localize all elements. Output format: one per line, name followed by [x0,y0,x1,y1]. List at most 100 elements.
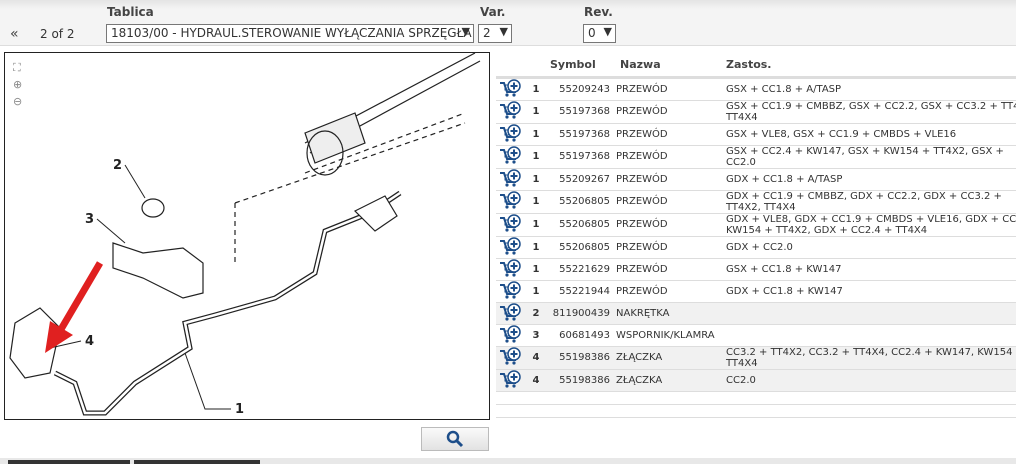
page-count: 2 of 2 [40,27,75,41]
add-to-cart-icon[interactable] [499,280,521,302]
usage: GSX + CC1.9 + CMBBZ, GSX + CC2.2, GSX + … [726,100,1016,124]
chevron-down-icon: ▼ [461,25,470,38]
ref-number: 1 [522,168,550,191]
ref-number: 1 [522,213,550,237]
ref-number: 1 [522,145,550,169]
symbol: 55198386 [550,369,616,392]
tablica-select[interactable]: 18103/00 - HYDRAUL.STEROWANIE WYŁĄCZANIA… [106,24,474,43]
table-row: 1 55209243 PRZEWÓD GSX + CC1.8 + A/TASP [496,77,1016,101]
symbol: 55197368 [550,100,616,124]
bottom-tab[interactable] [134,460,260,464]
add-to-cart-icon[interactable] [499,302,521,324]
table-row: 3 60681493 WSPORNIK/KLAMRA [496,324,1016,347]
ref-number: 3 [522,324,550,347]
callout-4: 4 [85,334,94,349]
var-value: 2 [483,26,491,40]
add-to-cart-icon[interactable] [499,324,521,346]
parts-diagram[interactable]: ⛶ ⊕ ⊖ 2 3 4 1 [4,52,490,420]
name: PRZEWÓD [616,77,726,101]
chevron-down-icon: ▼ [603,25,612,38]
usage: GSX + CC1.8 + A/TASP [726,77,1016,101]
usage: GDX + CC1.8 + KW147 [726,280,1016,303]
name: PRZEWÓD [616,280,726,303]
symbol: 55197368 [550,123,616,146]
symbol: 55209267 [550,168,616,191]
callout-3: 3 [85,212,94,227]
name: NAKRĘTKA [616,302,726,325]
tablica-value: 18103/00 - HYDRAUL.STEROWANIE WYŁĄCZANIA… [111,26,472,40]
add-to-cart-icon[interactable] [499,191,521,212]
name: PRZEWÓD [616,123,726,146]
table-row: 4 55198386 ZŁĄCZKA CC3.2 + TT4X2, CC3.2 … [496,346,1016,370]
usage: GSX + CC1.8 + KW147 [726,258,1016,281]
ref-number: 1 [522,280,550,303]
ref-number: 4 [522,346,550,370]
add-to-cart-icon[interactable] [499,236,521,258]
add-to-cart-icon[interactable] [499,214,521,235]
rev-select[interactable]: 0 ▼ [583,24,616,43]
diagram-drawing: 2 3 4 1 [9,53,481,417]
col-symbol: Symbol [550,54,616,79]
add-to-cart-icon[interactable] [499,258,521,280]
table-row: 1 55209267 PRZEWÓD GDX + CC1.8 + A/TASP [496,168,1016,191]
symbol: 55206805 [550,236,616,259]
rev-value: 0 [588,26,596,40]
callout-1: 1 [235,402,244,417]
symbol: 55197368 [550,145,616,169]
search-icon [446,430,464,448]
table-row: 1 55206805 PRZEWÓD GDX + VLE8, GDX + CC1… [496,213,1016,237]
ref-number: 1 [522,190,550,214]
name: PRZEWÓD [616,168,726,191]
name: ZŁĄCZKA [616,346,726,370]
symbol: 55206805 [550,190,616,214]
chevron-down-icon: ▼ [499,25,508,38]
usage: GSX + CC2.4 + KW147, GSX + KW154 + TT4X2… [726,145,1016,169]
ref-number: 4 [522,369,550,392]
usage: GDX + CC1.9 + CMBBZ, GDX + CC2.2, GDX + … [726,190,1016,214]
header-bar: Tablica Var. Rev. « 2 of 2 18103/00 - HY… [0,0,1016,46]
callout-2: 2 [113,158,122,173]
tablica-label: Tablica [107,5,154,19]
table-row: 4 55198386 ZŁĄCZKA CC2.0 [496,369,1016,392]
ref-number: 1 [522,123,550,146]
ref-number: 2 [522,302,550,325]
name: PRZEWÓD [616,100,726,124]
back-icon[interactable]: « [10,26,19,42]
usage: GDX + VLE8, GDX + CC1.9 + CMBDS + VLE16,… [726,213,1016,237]
search-button[interactable] [421,427,489,451]
name: PRZEWÓD [616,190,726,214]
table-row: 2 811900439 NAKRĘTKA [496,302,1016,325]
col-nazwa: Nazwa [616,54,726,79]
table-row: 1 55206805 PRZEWÓD GDX + CC2.0 [496,236,1016,259]
symbol: 60681493 [550,324,616,347]
add-to-cart-icon[interactable] [499,146,521,167]
table-row: 1 55197368 PRZEWÓD GSX + CC2.4 + KW147, … [496,145,1016,169]
table-row: 1 55197368 PRZEWÓD GSX + CC1.9 + CMBBZ, … [496,100,1016,124]
symbol: 55206805 [550,213,616,237]
usage [726,302,1016,325]
ref-number: 1 [522,236,550,259]
add-to-cart-icon[interactable] [499,123,521,145]
table-row: 1 55206805 PRZEWÓD GDX + CC1.9 + CMBBZ, … [496,190,1016,214]
usage: GDX + CC1.8 + A/TASP [726,168,1016,191]
name: ZŁĄCZKA [616,369,726,392]
ref-number: 1 [522,258,550,281]
add-to-cart-icon[interactable] [499,369,521,391]
add-to-cart-icon[interactable] [499,168,521,190]
name: PRZEWÓD [616,213,726,237]
ref-number: 1 [522,77,550,101]
usage: GDX + CC2.0 [726,236,1016,259]
usage: CC3.2 + TT4X2, CC3.2 + TT4X4, CC2.4 + KW… [726,346,1016,370]
add-to-cart-icon[interactable] [499,101,521,122]
table-row: 1 55197368 PRZEWÓD GSX + VLE8, GSX + CC1… [496,123,1016,146]
add-to-cart-icon[interactable] [499,347,521,368]
usage: GSX + VLE8, GSX + CC1.9 + CMBDS + VLE16 [726,123,1016,146]
add-to-cart-icon[interactable] [499,78,521,100]
rev-label: Rev. [584,5,613,19]
parts-table: Symbol Nazwa Zastos. 1 55209243 PRZEWÓD … [496,54,1016,418]
var-select[interactable]: 2 ▼ [478,24,512,43]
var-label: Var. [480,5,506,19]
name: PRZEWÓD [616,258,726,281]
symbol: 811900439 [550,302,616,325]
bottom-tab[interactable] [8,460,130,464]
